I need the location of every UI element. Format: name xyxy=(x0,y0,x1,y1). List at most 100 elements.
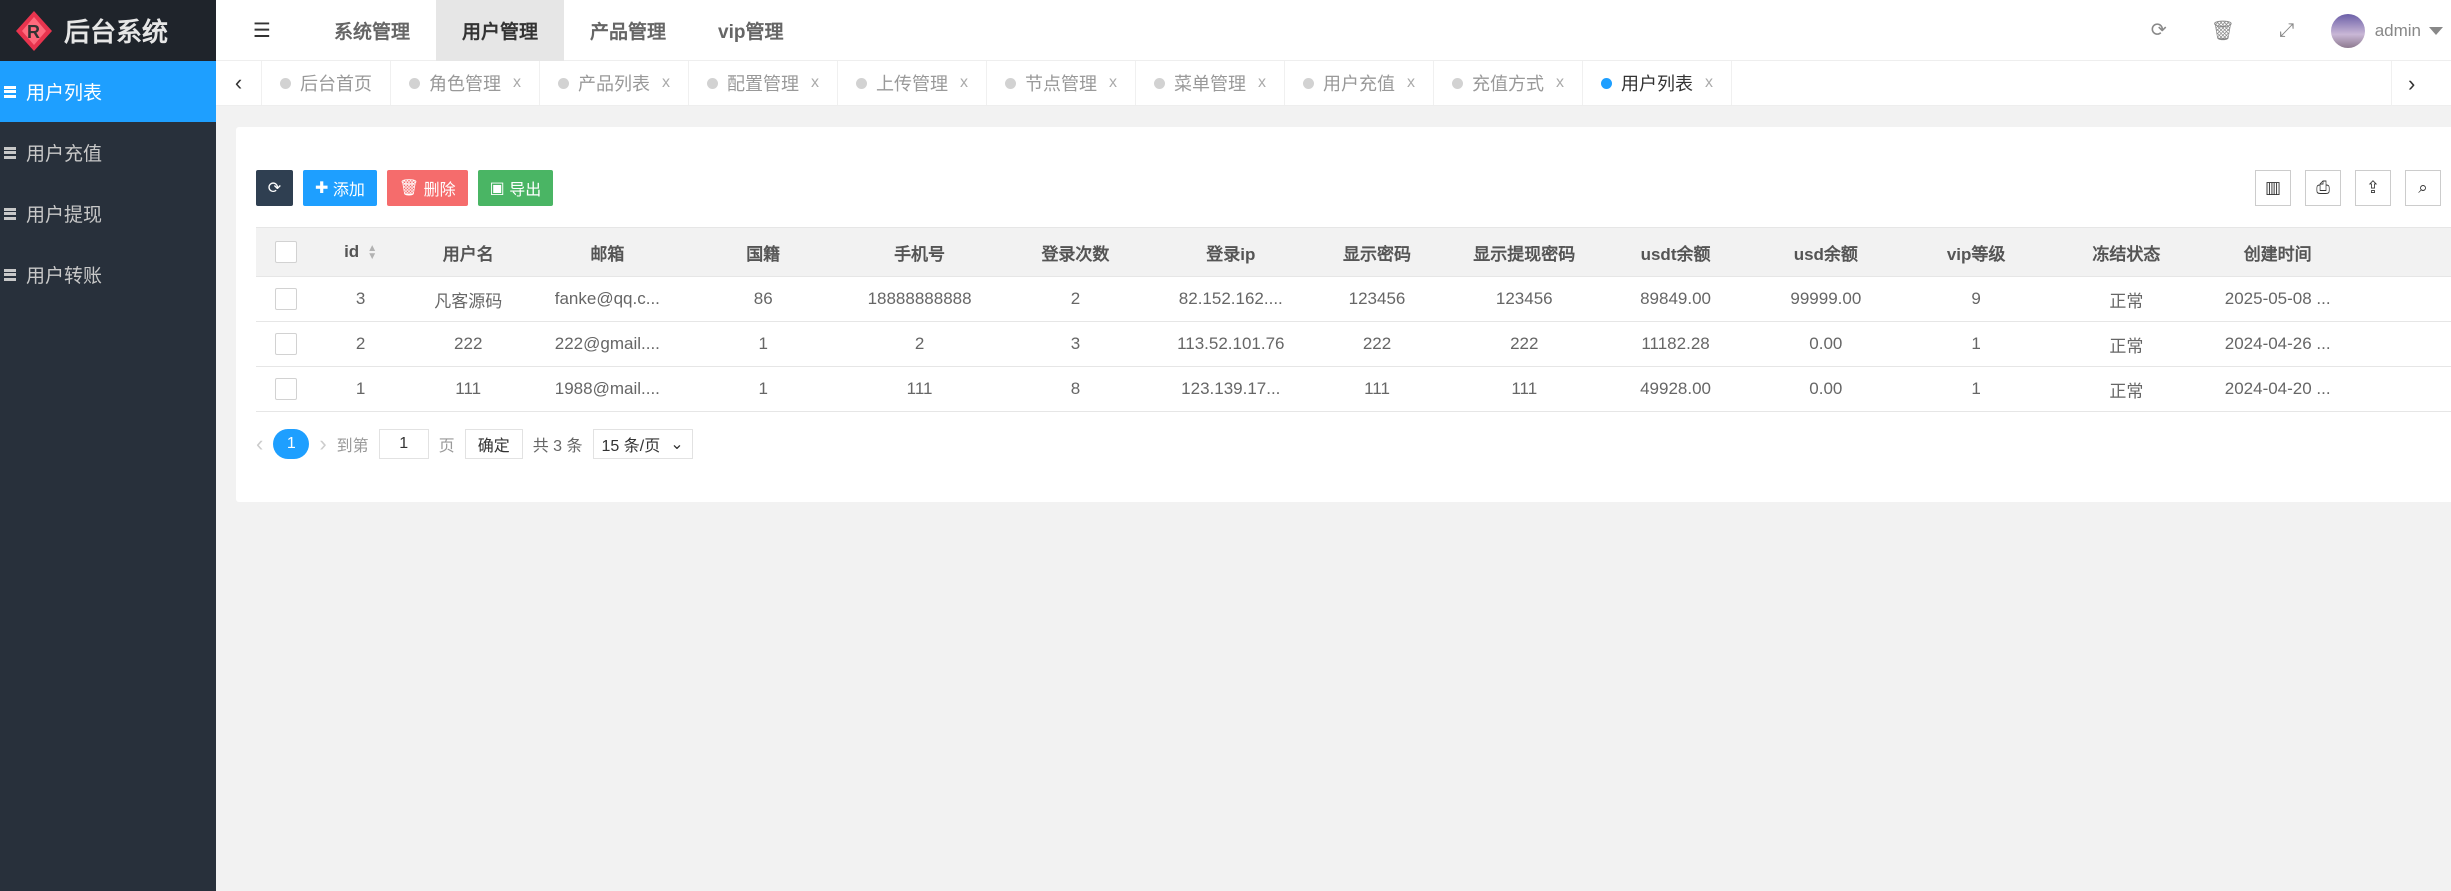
tab[interactable]: 后台首页 xyxy=(262,61,391,105)
confirm-button[interactable]: 确定 xyxy=(464,429,523,459)
column-header[interactable]: vip等级 xyxy=(1900,227,2052,277)
column-header[interactable]: 国籍 xyxy=(682,227,844,277)
column-header[interactable]: 冻结状态 xyxy=(2051,227,2202,277)
tab-dot-icon xyxy=(280,77,291,89)
tab[interactable]: 充值方式 x xyxy=(1434,61,1583,105)
column-header[interactable]: 登录ip xyxy=(1155,227,1306,277)
tab[interactable]: 上传管理 x xyxy=(838,61,987,105)
header-checkbox-cell xyxy=(256,227,317,277)
columns-icon[interactable]: ▥ xyxy=(2255,170,2291,206)
column-header[interactable]: id ▲ ▼ xyxy=(316,227,405,277)
sort-icon[interactable]: ▲ ▼ xyxy=(367,243,377,261)
table-cell: 123456 xyxy=(1448,276,1601,322)
row-checkbox[interactable] xyxy=(275,378,298,400)
column-header-label: id xyxy=(344,242,360,261)
close-icon[interactable]: x xyxy=(662,74,670,92)
tab[interactable]: 菜单管理 x xyxy=(1136,61,1285,105)
table-cell: 18888888888 xyxy=(843,276,996,322)
next-page-icon[interactable]: › xyxy=(319,431,326,457)
sidebar-item[interactable]: 用户充值 xyxy=(0,122,216,183)
plus-icon: ✚ xyxy=(315,180,333,197)
export-button[interactable]: ▣ 导出 xyxy=(477,170,554,206)
tab[interactable]: 配置管理 x xyxy=(689,61,838,105)
column-header[interactable]: 显示密码 xyxy=(1305,227,1449,277)
tab[interactable]: 产品列表 x xyxy=(540,61,689,105)
sidebar-item[interactable]: 用户转账 xyxy=(0,244,216,305)
close-icon[interactable]: x xyxy=(513,74,521,92)
goto-label: 到第 xyxy=(336,438,369,455)
trash-icon[interactable]: 🗑 xyxy=(2191,19,2255,43)
nav-item[interactable]: vip管理 xyxy=(692,0,809,61)
print-icon[interactable]: ⎙ xyxy=(2305,170,2341,206)
table-cell: 1 xyxy=(1900,366,2052,412)
list-icon xyxy=(4,207,16,220)
menu-toggle-icon[interactable]: ☰ xyxy=(216,0,308,61)
page-unit-label: 页 xyxy=(438,438,455,455)
column-header-label: 登录次数 xyxy=(1041,244,1110,264)
table-cell: 0.00 xyxy=(1750,366,1901,412)
column-header[interactable]: usdt余额 xyxy=(1600,227,1751,277)
avatar[interactable] xyxy=(2330,13,2365,48)
column-header-label: 创建时间 xyxy=(2243,244,2312,264)
close-icon[interactable]: x xyxy=(1109,74,1117,92)
tab-dot-icon xyxy=(1303,77,1314,89)
tab-scroll-left-icon[interactable]: ‹ xyxy=(216,61,262,105)
column-header[interactable]: 显示提现密码 xyxy=(1448,227,1601,277)
refresh-button[interactable]: ⟳ xyxy=(256,170,293,206)
row-checkbox[interactable] xyxy=(275,333,298,355)
close-icon[interactable]: x xyxy=(960,74,968,92)
close-icon[interactable]: x xyxy=(1705,74,1713,92)
table-row: 1 111 1988@mail.... 1 111 8 123.139.17... 111 11… xyxy=(256,366,2451,412)
table-cell: 0.00 xyxy=(1750,321,1901,367)
close-icon[interactable]: x xyxy=(811,74,819,92)
select-all-checkbox[interactable] xyxy=(275,241,298,263)
table-cell: 111 xyxy=(404,366,533,412)
sidebar-item-label: 用户充值 xyxy=(26,144,103,165)
close-icon[interactable]: x xyxy=(1258,74,1266,92)
column-header[interactable]: 登录次数 xyxy=(995,227,1156,277)
table-cell: 9 xyxy=(1900,276,2052,322)
nav-item[interactable]: 产品管理 xyxy=(564,0,692,61)
table-cell: 222@gmail.... xyxy=(532,321,683,367)
row-checkbox[interactable] xyxy=(275,288,298,310)
refresh-icon[interactable]: ⟳ xyxy=(2127,19,2191,42)
tab[interactable]: 用户列表 x xyxy=(1583,61,1732,105)
sidebar-item[interactable]: 用户列表 xyxy=(0,61,216,122)
tab[interactable]: 节点管理 x xyxy=(987,61,1136,105)
close-icon[interactable]: x xyxy=(1556,74,1564,92)
search-icon[interactable]: ⌕ xyxy=(2405,170,2441,206)
column-header[interactable]: 创建时间 xyxy=(2201,227,2354,277)
table-cell: 111 xyxy=(1305,366,1449,412)
column-header[interactable]: usd余额 xyxy=(1750,227,1901,277)
per-page-select[interactable]: 15 条/页 ⌄ xyxy=(592,429,693,459)
tab[interactable]: 角色管理 x xyxy=(391,61,540,105)
caret-down-icon[interactable] xyxy=(2429,26,2443,35)
chevron-down-icon: ⌄ xyxy=(670,436,684,453)
tab-dot-icon xyxy=(856,77,867,89)
column-header-label: usd余额 xyxy=(1793,244,1858,264)
row-checkbox-cell xyxy=(256,321,317,367)
sidebar-item[interactable]: 用户提现 xyxy=(0,183,216,244)
table-cell: 2 xyxy=(995,276,1156,322)
column-header-label: 手机号 xyxy=(894,244,946,264)
tab-label: 后台首页 xyxy=(300,74,372,94)
tab-scroll-right-icon[interactable]: › xyxy=(2391,61,2451,106)
nav-item[interactable]: 系统管理 xyxy=(308,0,436,61)
page-1-button[interactable]: 1 xyxy=(273,429,310,459)
add-button[interactable]: ✚ 添加 xyxy=(303,170,377,206)
close-icon[interactable]: x xyxy=(1407,74,1415,92)
column-header[interactable]: 用户名 xyxy=(404,227,533,277)
delete-button[interactable]: 🗑 删除 xyxy=(386,170,468,206)
table-cell: 111 xyxy=(843,366,996,412)
column-header[interactable]: 手机号 xyxy=(843,227,996,277)
tab[interactable]: 用户充值 x xyxy=(1285,61,1434,105)
column-header[interactable]: 邮箱 xyxy=(532,227,683,277)
column-header-label: 显示提现密码 xyxy=(1473,244,1576,264)
nav-item[interactable]: 用户管理 xyxy=(436,0,565,61)
export-icon[interactable]: ⇪ xyxy=(2355,170,2391,206)
user-name[interactable]: admin xyxy=(2375,21,2421,41)
prev-page-icon[interactable]: ‹ xyxy=(256,431,263,457)
fullscreen-icon[interactable]: ⤢ xyxy=(2255,20,2319,42)
tab-dot-icon xyxy=(1452,77,1463,89)
page-input[interactable]: 1 xyxy=(378,429,429,459)
